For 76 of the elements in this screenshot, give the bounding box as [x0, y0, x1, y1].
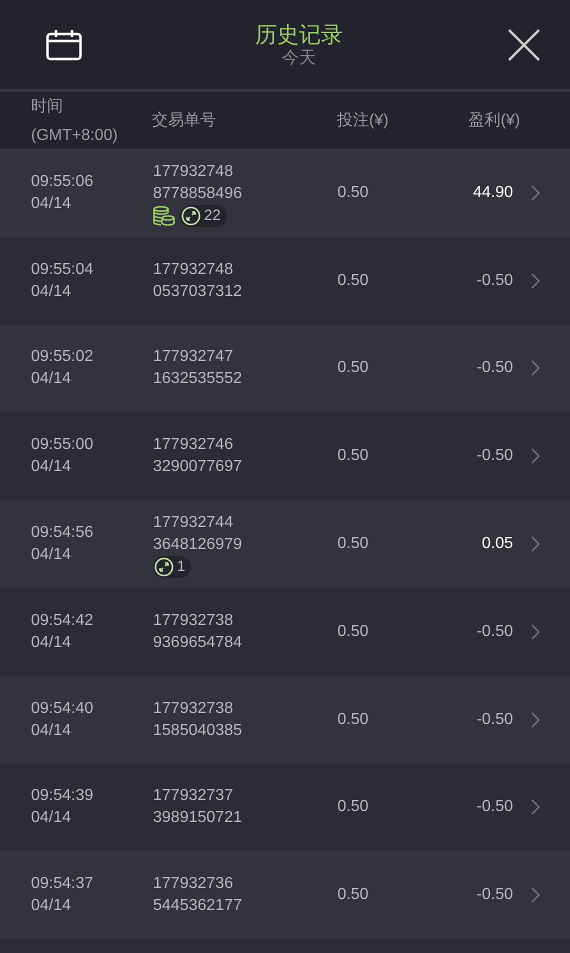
chevron-right-icon[interactable]: [531, 360, 540, 376]
stake-amount: 0.50: [336, 446, 370, 466]
profit-amount: -0.50: [476, 885, 513, 906]
stake-amount: 0.50: [336, 797, 370, 818]
date-filter: 今天: [282, 48, 316, 68]
trade-date: 04/14: [31, 545, 72, 566]
profit-amount: -0.50: [476, 270, 513, 291]
chevron-right-icon[interactable]: [531, 448, 540, 464]
chevron-right-icon[interactable]: [531, 272, 540, 289]
order-number: 177932744: [153, 513, 234, 534]
order-number: 3648126979: [153, 535, 243, 556]
order-number: 177932748: [153, 162, 234, 182]
trade-date: 04/14: [31, 808, 72, 828]
order-number: 177932737: [153, 786, 234, 806]
calendar-icon[interactable]: [46, 28, 82, 60]
chevron-right-icon[interactable]: [531, 536, 540, 552]
trade-time: 09:55:02: [31, 347, 94, 368]
trade-date: 04/14: [31, 720, 72, 741]
trade-time: 09:55:04: [31, 260, 94, 280]
chevron-right-icon[interactable]: [531, 184, 540, 201]
trade-date: 04/14: [31, 896, 72, 916]
stake-amount: 0.50: [336, 270, 370, 291]
column-header: 盈利(¥): [468, 110, 520, 130]
order-number: 9369654784: [153, 632, 243, 653]
order-number: 177932736: [153, 874, 234, 894]
expand-arrows-icon: [154, 557, 174, 578]
stake-amount: 0.50: [336, 182, 370, 203]
profit-amount: -0.50: [476, 358, 513, 378]
order-number: 1632535552: [153, 369, 243, 390]
trade-time: 09:55:00: [31, 435, 94, 456]
order-number: 5445362177: [153, 896, 243, 916]
order-number: 177932738: [153, 698, 234, 719]
order-number: 177932748: [153, 260, 234, 280]
stake-amount: 0.50: [336, 710, 370, 730]
profit-amount: 0.05: [480, 534, 513, 554]
trade-time: 09:54:39: [31, 786, 94, 806]
trade-date: 04/14: [31, 457, 72, 478]
profit-amount: 44.90: [472, 182, 513, 203]
stake-amount: 0.50: [336, 885, 370, 906]
close-icon[interactable]: [508, 28, 540, 60]
profit-amount: -0.50: [476, 622, 513, 642]
order-number: 8778858496: [153, 184, 243, 204]
bonus-badge: 22: [180, 204, 227, 227]
trade-time: 09:54:56: [31, 523, 94, 544]
chevron-right-icon[interactable]: [531, 712, 540, 728]
chevron-right-icon[interactable]: [531, 624, 540, 640]
order-number: 177932747: [153, 347, 234, 368]
chevron-right-icon[interactable]: [531, 887, 540, 904]
profit-amount: -0.50: [476, 446, 513, 466]
column-header-subtitle: (GMT+8:00): [31, 126, 119, 146]
expand-arrows-icon: [181, 206, 201, 226]
stake-amount: 0.50: [336, 534, 370, 554]
order-number: 3989150721: [153, 808, 243, 828]
column-header: 投注(¥): [337, 110, 389, 130]
trade-date: 04/14: [31, 194, 72, 214]
profit-amount: -0.50: [476, 797, 513, 818]
trade-time: 09:55:06: [31, 172, 94, 192]
order-number: 0537037312: [153, 282, 243, 302]
page-title: 历史记录: [255, 22, 343, 48]
trade-date: 04/14: [31, 632, 72, 653]
column-header: 时间: [31, 96, 64, 116]
trade-time: 09:54:37: [31, 874, 94, 894]
profit-amount: -0.50: [476, 710, 513, 730]
stake-amount: 0.50: [336, 622, 370, 642]
order-number: 177932738: [153, 610, 234, 631]
trade-date: 04/14: [31, 369, 72, 390]
trade-time: 09:54:40: [31, 698, 94, 719]
order-number: 3290077697: [153, 457, 243, 478]
trade-date: 04/14: [31, 282, 72, 302]
chevron-right-icon[interactable]: [531, 799, 540, 816]
stake-amount: 0.50: [336, 358, 370, 378]
order-number: 177932746: [153, 435, 234, 456]
order-number: 1585040385: [153, 720, 243, 741]
column-header: 交易单号: [152, 110, 216, 130]
trade-time: 09:54:42: [31, 610, 94, 631]
bonus-badge: 1: [153, 556, 192, 578]
